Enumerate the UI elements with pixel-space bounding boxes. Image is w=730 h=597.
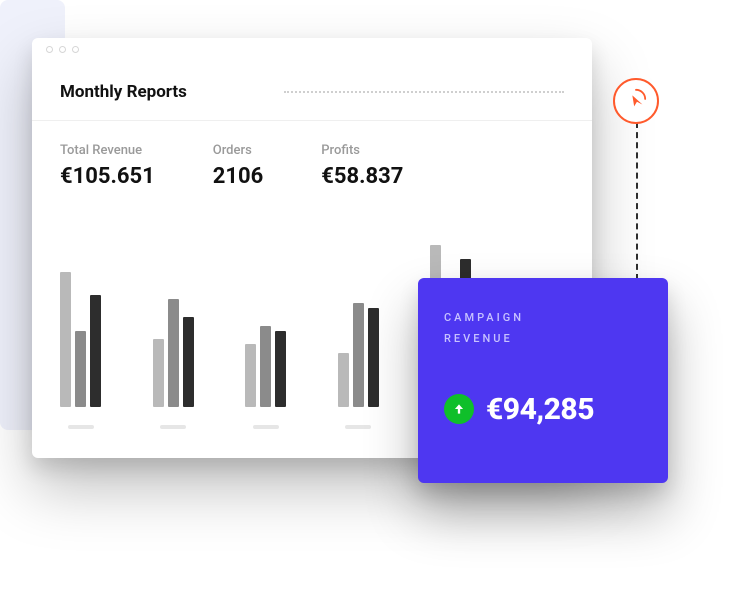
bar-group-bars xyxy=(245,227,286,407)
window-dot xyxy=(59,46,66,53)
bar-group xyxy=(60,227,101,429)
x-tick xyxy=(345,425,371,429)
report-title: Monthly Reports xyxy=(60,82,187,102)
stat-label: Orders xyxy=(213,143,264,158)
window-dot xyxy=(72,46,79,53)
window-dot xyxy=(46,46,53,53)
x-tick xyxy=(160,425,186,429)
bar xyxy=(260,326,271,407)
campaign-value: €94,285 xyxy=(486,392,594,427)
x-tick xyxy=(68,425,94,429)
stat-value: €105.651 xyxy=(60,164,155,189)
stat-value: 2106 xyxy=(213,164,264,189)
stat-label: Total Revenue xyxy=(60,143,155,158)
bar xyxy=(245,344,256,407)
trend-up-icon xyxy=(444,394,474,424)
bar-group xyxy=(245,227,286,429)
bar xyxy=(168,299,179,407)
stat-orders: Orders 2106 xyxy=(213,143,264,189)
bar xyxy=(153,339,164,407)
bar xyxy=(75,331,86,407)
stat-total-revenue: Total Revenue €105.651 xyxy=(60,143,155,189)
header-divider xyxy=(284,91,564,93)
campaign-label-1: CAMPAIGN xyxy=(444,308,642,329)
bar xyxy=(368,308,379,407)
bar-group xyxy=(338,227,379,429)
window-titlebar xyxy=(32,38,592,62)
bar xyxy=(275,331,286,407)
stat-profits: Profits €58.837 xyxy=(321,143,403,189)
cursor-click-icon xyxy=(625,88,647,114)
bar xyxy=(60,272,71,407)
stat-value: €58.837 xyxy=(321,164,403,189)
bar xyxy=(338,353,349,407)
campaign-revenue-card: CAMPAIGN REVENUE €94,285 xyxy=(418,278,668,483)
report-header: Monthly Reports xyxy=(32,62,592,121)
bar xyxy=(183,317,194,407)
bar xyxy=(353,303,364,407)
campaign-label-2: REVENUE xyxy=(444,329,642,350)
bar-group-bars xyxy=(338,227,379,407)
callout-connector xyxy=(636,122,638,280)
bar-group xyxy=(153,227,194,429)
bar-group-bars xyxy=(153,227,194,407)
bar-group-bars xyxy=(60,227,101,407)
x-tick xyxy=(253,425,279,429)
stats-row: Total Revenue €105.651 Orders 2106 Profi… xyxy=(32,121,592,199)
cursor-callout xyxy=(613,78,659,124)
bar xyxy=(90,295,101,407)
stat-label: Profits xyxy=(321,143,403,158)
